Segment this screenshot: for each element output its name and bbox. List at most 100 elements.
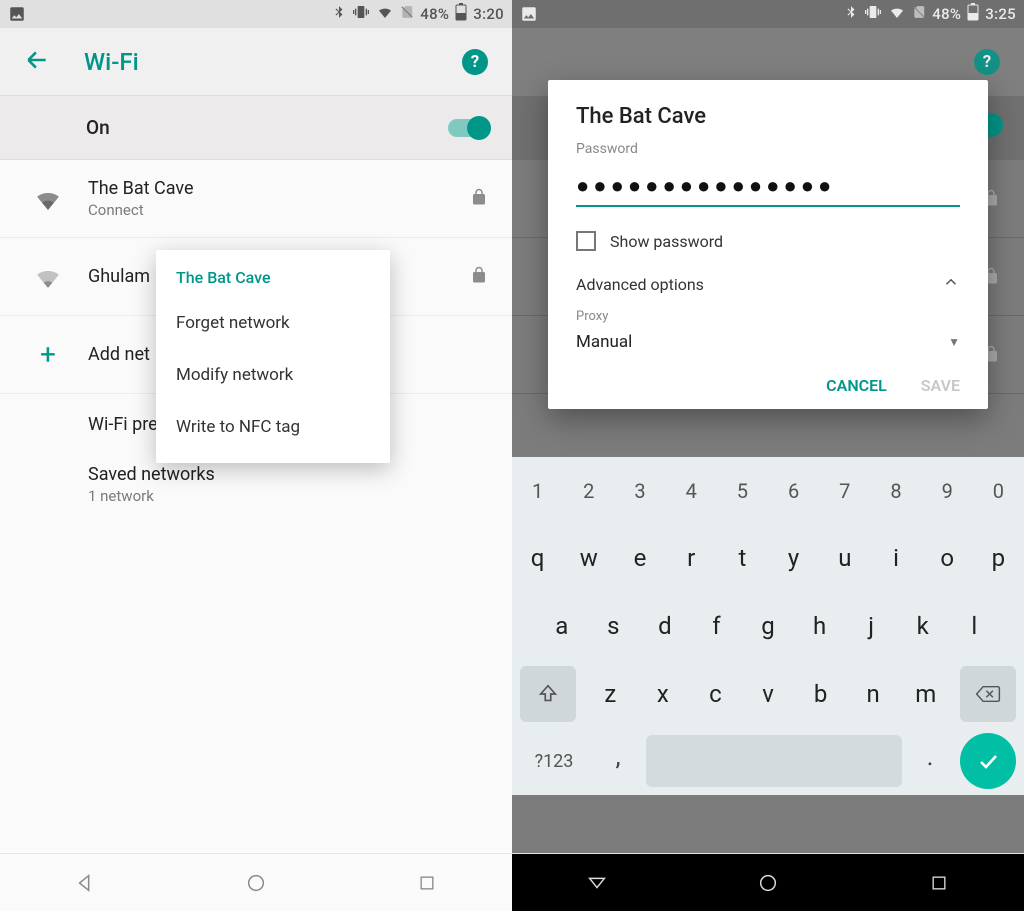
- key-g[interactable]: g: [744, 596, 792, 656]
- sim-icon: [400, 4, 414, 24]
- key-o[interactable]: o: [924, 528, 971, 588]
- saved-networks-row[interactable]: Saved networks 1 network: [0, 454, 512, 514]
- lock-icon: [470, 265, 488, 289]
- wifi-toggle[interactable]: [448, 119, 488, 137]
- key-1[interactable]: 1: [515, 461, 560, 521]
- network-name: Ghulam: [88, 266, 150, 287]
- key-z[interactable]: z: [586, 664, 635, 724]
- key-5[interactable]: 5: [720, 461, 765, 521]
- space-key[interactable]: [646, 735, 902, 787]
- battery-pct: 48%: [932, 5, 961, 23]
- back-icon[interactable]: [24, 47, 50, 77]
- page-title: Wi-Fi: [84, 48, 139, 76]
- saved-label: Saved networks: [88, 464, 215, 485]
- key-h[interactable]: h: [796, 596, 844, 656]
- key-c[interactable]: c: [691, 664, 740, 724]
- key-i[interactable]: i: [872, 528, 919, 588]
- advanced-label: Advanced options: [576, 275, 704, 294]
- dialog-title: The Bat Cave: [576, 104, 960, 129]
- battery-icon: [455, 3, 467, 25]
- show-password-row[interactable]: Show password: [576, 231, 960, 251]
- add-network-label: Add net: [88, 344, 150, 365]
- kb-row-bottom: ?123 , .: [512, 727, 1024, 795]
- show-password-checkbox[interactable]: [576, 231, 596, 251]
- photo-icon: [8, 5, 26, 23]
- wifi-signal-icon: [24, 188, 72, 210]
- kb-row-1: q w e r t y u i o p: [512, 525, 1024, 593]
- key-4[interactable]: 4: [669, 461, 714, 521]
- key-a[interactable]: a: [538, 596, 586, 656]
- period-key[interactable]: .: [908, 742, 952, 780]
- key-t[interactable]: t: [719, 528, 766, 588]
- key-8[interactable]: 8: [873, 461, 918, 521]
- nav-home-icon[interactable]: [755, 870, 781, 896]
- help-icon: ?: [974, 49, 1000, 75]
- photo-icon: [520, 5, 538, 23]
- nav-recent-icon[interactable]: [414, 870, 440, 896]
- proxy-value: Manual: [576, 332, 632, 352]
- key-r[interactable]: r: [668, 528, 715, 588]
- proxy-label: Proxy: [576, 309, 960, 324]
- key-d[interactable]: d: [641, 596, 689, 656]
- plus-icon: +: [24, 338, 72, 371]
- ctx-nfc[interactable]: Write to NFC tag: [156, 401, 390, 453]
- key-7[interactable]: 7: [822, 461, 867, 521]
- key-s[interactable]: s: [590, 596, 638, 656]
- status-bar: 48% 3:25: [512, 0, 1024, 28]
- key-9[interactable]: 9: [925, 461, 970, 521]
- lock-icon: [470, 187, 488, 211]
- network-name: The Bat Cave: [88, 178, 194, 199]
- nav-home-icon[interactable]: [243, 870, 269, 896]
- clock: 3:20: [473, 5, 504, 23]
- system-navbar: [512, 853, 1024, 911]
- help-icon[interactable]: ?: [462, 49, 488, 75]
- shift-key[interactable]: [520, 666, 576, 722]
- nav-back-icon[interactable]: [584, 870, 610, 896]
- key-x[interactable]: x: [639, 664, 688, 724]
- key-0[interactable]: 0: [976, 461, 1021, 521]
- comma-key[interactable]: ,: [596, 742, 640, 780]
- network-row[interactable]: The Bat Cave Connect: [0, 160, 512, 238]
- key-v[interactable]: v: [744, 664, 793, 724]
- proxy-dropdown[interactable]: Manual ▼: [576, 332, 960, 352]
- key-p[interactable]: p: [975, 528, 1022, 588]
- key-m[interactable]: m: [901, 664, 950, 724]
- key-l[interactable]: l: [950, 596, 998, 656]
- key-6[interactable]: 6: [771, 461, 816, 521]
- symbols-key[interactable]: ?123: [518, 733, 590, 789]
- backspace-key[interactable]: [960, 666, 1016, 722]
- show-password-label: Show password: [610, 232, 723, 251]
- nav-recent-icon[interactable]: [926, 870, 952, 896]
- key-f[interactable]: f: [693, 596, 741, 656]
- key-n[interactable]: n: [849, 664, 898, 724]
- wifi-on-label: On: [86, 116, 110, 139]
- key-3[interactable]: 3: [617, 461, 662, 521]
- key-b[interactable]: b: [796, 664, 845, 724]
- battery-icon: [967, 3, 979, 25]
- key-q[interactable]: q: [514, 528, 561, 588]
- key-e[interactable]: e: [616, 528, 663, 588]
- kb-row-3: z x c v b n m: [512, 660, 1024, 728]
- enter-key[interactable]: [960, 733, 1016, 789]
- wifi-connect-dialog: The Bat Cave Password ●●●●●●●●●●●●●●● Sh…: [548, 80, 988, 409]
- network-status: Connect: [88, 201, 194, 219]
- ctx-title: The Bat Cave: [156, 264, 390, 297]
- soft-keyboard: 1 2 3 4 5 6 7 8 9 0 q w e r t y u i o: [512, 457, 1024, 795]
- key-u[interactable]: u: [821, 528, 868, 588]
- wifi-signal-icon: [24, 266, 72, 288]
- advanced-options-row[interactable]: Advanced options: [576, 273, 960, 295]
- save-button[interactable]: SAVE: [921, 376, 960, 395]
- ctx-forget[interactable]: Forget network: [156, 297, 390, 349]
- saved-sub: 1 network: [88, 487, 215, 505]
- key-w[interactable]: w: [565, 528, 612, 588]
- password-input[interactable]: ●●●●●●●●●●●●●●●: [576, 167, 960, 207]
- cancel-button[interactable]: CANCEL: [826, 376, 887, 395]
- key-2[interactable]: 2: [566, 461, 611, 521]
- ctx-modify[interactable]: Modify network: [156, 349, 390, 401]
- key-j[interactable]: j: [847, 596, 895, 656]
- key-y[interactable]: y: [770, 528, 817, 588]
- wifi-icon: [376, 4, 394, 24]
- key-k[interactable]: k: [899, 596, 947, 656]
- nav-back-icon[interactable]: [72, 870, 98, 896]
- vibrate-icon: [864, 4, 882, 24]
